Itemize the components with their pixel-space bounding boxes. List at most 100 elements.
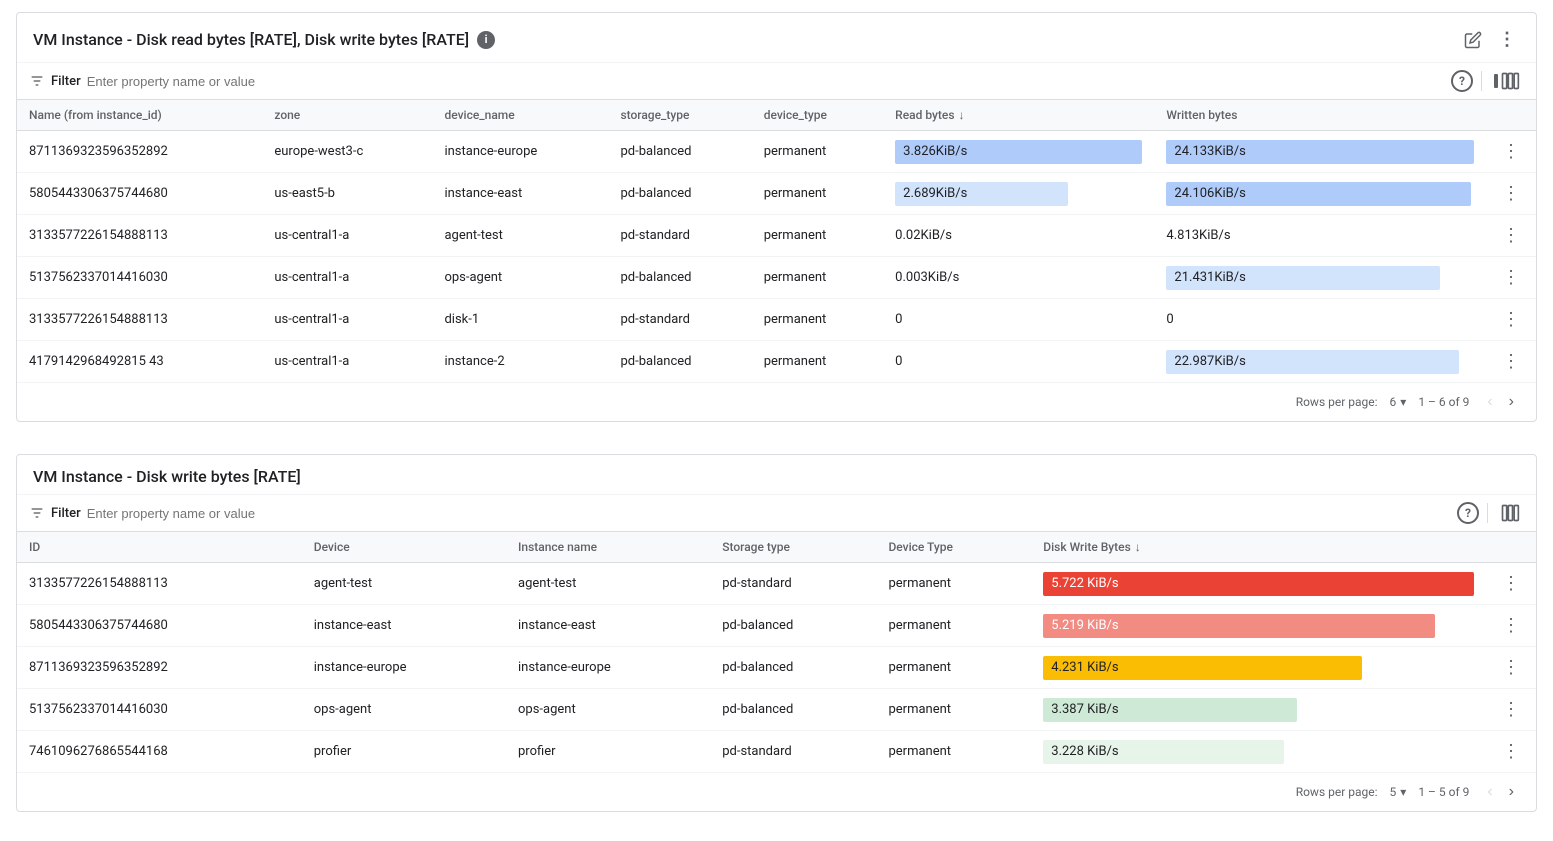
panel-2-rows-select[interactable]: 5 ▾: [1390, 785, 1407, 799]
cell-row-menu-2[interactable]: ⋮: [1486, 689, 1536, 731]
panel-2-filter-inner: Filter: [29, 505, 1449, 521]
cell-row-menu-2[interactable]: ⋮: [1486, 647, 1536, 689]
cell-zone: us-central1-a: [262, 341, 432, 383]
cell-device-type: permanent: [752, 341, 883, 383]
more-vert-icon: ⋮: [1498, 29, 1516, 50]
cell-id: 5805443306375744680: [17, 605, 302, 647]
row-menu-icon[interactable]: ⋮: [1498, 307, 1524, 332]
panel-1-filter-inner: Filter: [29, 73, 1443, 89]
cell-disk-write-bytes: 5.722 KiB/s: [1031, 563, 1486, 605]
cell-written-bytes: 22.987KiB/s: [1154, 341, 1486, 383]
cell-row-menu[interactable]: ⋮: [1486, 173, 1536, 215]
row-menu-icon-2[interactable]: ⋮: [1498, 655, 1524, 680]
panel-1-columns-icon[interactable]: [1490, 69, 1524, 93]
cell-storage-type: pd-standard: [608, 215, 751, 257]
row-menu-icon[interactable]: ⋮: [1498, 181, 1524, 206]
cell-name: 5805443306375744680: [17, 173, 262, 215]
panel-1-title-text: VM Instance - Disk read bytes [RATE], Di…: [33, 30, 469, 49]
cell-device-type: permanent: [752, 173, 883, 215]
col-actions-2: [1486, 532, 1536, 563]
panel-2-count: 1 – 5 of 9: [1418, 785, 1469, 799]
cell-disk-write-bytes: 4.231 KiB/s: [1031, 647, 1486, 689]
panel-1-next-button[interactable]: ›: [1503, 391, 1520, 413]
panel-1-prev-button[interactable]: ‹: [1481, 391, 1498, 413]
cell-written-bytes: 24.133KiB/s: [1154, 131, 1486, 173]
cell-written-bytes: 4.813KiB/s: [1154, 215, 1486, 257]
panel-2-filter-actions: ?: [1457, 501, 1524, 525]
cell-device-name: instance-east: [432, 173, 608, 215]
table-row: 4179142968492815 43 us-central1-a instan…: [17, 341, 1536, 383]
row-menu-icon-2[interactable]: ⋮: [1498, 739, 1524, 764]
cell-device-name: ops-agent: [432, 257, 608, 299]
panel-2-title-text: VM Instance - Disk write bytes [RATE]: [33, 467, 301, 486]
cell-row-menu-2[interactable]: ⋮: [1486, 731, 1536, 773]
cell-row-menu-2[interactable]: ⋮: [1486, 563, 1536, 605]
panel-1-rows-per-page-label: Rows per page:: [1296, 395, 1378, 409]
cell-device-type: permanent: [752, 131, 883, 173]
cell-device-type: permanent: [876, 647, 1031, 689]
cell-zone: us-east5-b: [262, 173, 432, 215]
cell-row-menu[interactable]: ⋮: [1486, 131, 1536, 173]
panel-1-more-button[interactable]: ⋮: [1494, 25, 1520, 54]
cell-disk-write-bytes: 5.219 KiB/s: [1031, 605, 1486, 647]
cell-storage-type: pd-balanced: [608, 341, 751, 383]
cell-id: 5137562337014416030: [17, 689, 302, 731]
table-row: 3133577226154888113 us-central1-a disk-1…: [17, 299, 1536, 341]
row-menu-icon[interactable]: ⋮: [1498, 223, 1524, 248]
cell-read-bytes: 0: [883, 299, 1154, 341]
row-menu-icon-2[interactable]: ⋮: [1498, 697, 1524, 722]
panel-1-count: 1 – 6 of 9: [1418, 395, 1469, 409]
cell-device: instance-east: [302, 605, 506, 647]
row-menu-icon[interactable]: ⋮: [1498, 349, 1524, 374]
cell-instance-name: profier: [506, 731, 710, 773]
panel-1-info-icon[interactable]: i: [477, 31, 495, 49]
panel-2-filter-icon: [29, 505, 45, 521]
col-device-type: device_type: [752, 100, 883, 131]
table-row: 3133577226154888113 us-central1-a agent-…: [17, 215, 1536, 257]
cell-row-menu[interactable]: ⋮: [1486, 257, 1536, 299]
table-row: 5805443306375744680 instance-east instan…: [17, 605, 1536, 647]
row-menu-icon[interactable]: ⋮: [1498, 139, 1524, 164]
cell-written-bytes: 24.106KiB/s: [1154, 173, 1486, 215]
cell-device-name: instance-europe: [432, 131, 608, 173]
panel-2: VM Instance - Disk write bytes [RATE] Fi…: [16, 454, 1537, 812]
col-id: ID: [17, 532, 302, 563]
cell-instance-name: ops-agent: [506, 689, 710, 731]
cell-row-menu[interactable]: ⋮: [1486, 215, 1536, 257]
panel-2-next-button[interactable]: ›: [1503, 781, 1520, 803]
table-row: 8711369323596352892 instance-europe inst…: [17, 647, 1536, 689]
panel-1-pagination: Rows per page: 6 ▾ 1 – 6 of 9 ‹ ›: [17, 382, 1536, 421]
col-disk-write-bytes[interactable]: Disk Write Bytes↓: [1031, 532, 1486, 563]
col-actions: [1486, 100, 1536, 131]
cell-device-type: permanent: [876, 689, 1031, 731]
panel-2-prev-button[interactable]: ‹: [1481, 781, 1498, 803]
cell-storage-type: pd-balanced: [608, 257, 751, 299]
cell-name: 4179142968492815 43: [17, 341, 262, 383]
panel-1-edit-button[interactable]: [1460, 27, 1486, 53]
panel-2-rows-per-page-label: Rows per page:: [1296, 785, 1378, 799]
panel-2-filter-input[interactable]: [87, 506, 1449, 521]
table-row: 5137562337014416030 us-central1-a ops-ag…: [17, 257, 1536, 299]
cell-storage-type: pd-balanced: [710, 689, 876, 731]
cell-row-menu[interactable]: ⋮: [1486, 341, 1536, 383]
cell-name: 5137562337014416030: [17, 257, 262, 299]
panel-2-columns-icon[interactable]: [1496, 501, 1524, 525]
filter-icon: [29, 73, 45, 89]
panel-1-filter-bar: Filter ?: [17, 63, 1536, 100]
row-menu-icon-2[interactable]: ⋮: [1498, 571, 1524, 596]
panel-1-filter-actions: ?: [1451, 69, 1524, 93]
row-menu-icon-2[interactable]: ⋮: [1498, 613, 1524, 638]
panel-2-help-icon[interactable]: ?: [1457, 502, 1479, 524]
cell-instance-name: instance-europe: [506, 647, 710, 689]
row-menu-icon[interactable]: ⋮: [1498, 265, 1524, 290]
cell-device-name: disk-1: [432, 299, 608, 341]
cell-row-menu[interactable]: ⋮: [1486, 299, 1536, 341]
panel-1-rows-select[interactable]: 6 ▾: [1390, 395, 1407, 409]
cell-row-menu-2[interactable]: ⋮: [1486, 605, 1536, 647]
panel-1-filter-input[interactable]: [87, 74, 1443, 89]
dropdown-icon-2: ▾: [1400, 785, 1406, 799]
cell-device-type: permanent: [876, 605, 1031, 647]
col-read-bytes[interactable]: Read bytes↓: [883, 100, 1154, 131]
panel-1-help-icon[interactable]: ?: [1451, 70, 1473, 92]
col-written-bytes: Written bytes: [1154, 100, 1486, 131]
